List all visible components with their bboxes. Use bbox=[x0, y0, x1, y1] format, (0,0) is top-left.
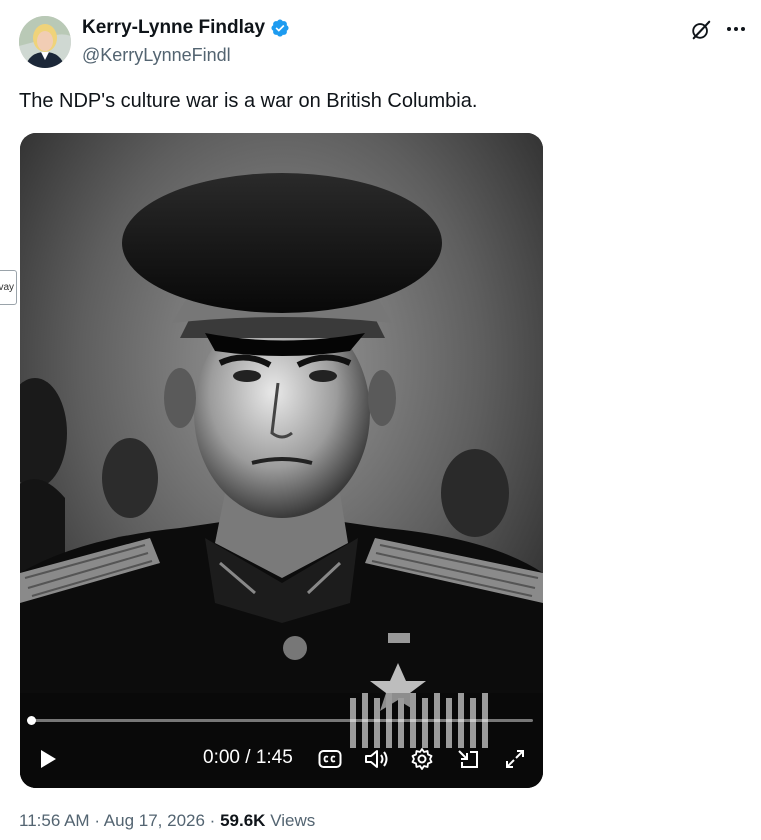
views-label: Views bbox=[270, 811, 316, 830]
tweet-date[interactable]: Aug 17, 2026 bbox=[104, 811, 205, 830]
tweet-time[interactable]: 11:56 AM bbox=[19, 811, 90, 830]
fullscreen-button[interactable] bbox=[502, 746, 528, 772]
tweet-meta: 11:56 AM · Aug 17, 2026 · 59.6K Views bbox=[19, 811, 315, 831]
settings-button[interactable] bbox=[409, 746, 435, 772]
captions-button[interactable] bbox=[317, 746, 343, 772]
side-tab[interactable]: vay bbox=[0, 270, 17, 305]
video-progress-knob[interactable] bbox=[27, 716, 36, 725]
play-icon bbox=[41, 750, 56, 768]
tweet-text: The NDP's culture war is a war on Britis… bbox=[19, 90, 478, 112]
verified-badge-icon bbox=[271, 19, 289, 37]
captions-icon bbox=[318, 750, 342, 768]
avatar[interactable] bbox=[19, 16, 71, 68]
settings-icon bbox=[411, 748, 433, 770]
video-progress-bar[interactable] bbox=[27, 716, 533, 725]
volume-icon bbox=[365, 750, 388, 768]
fullscreen-icon bbox=[506, 750, 524, 768]
video-time-display: 0:00 / 1:45 bbox=[203, 747, 293, 768]
pip-button[interactable] bbox=[455, 746, 481, 772]
play-button[interactable] bbox=[36, 746, 60, 772]
volume-button[interactable] bbox=[363, 746, 391, 772]
author-name[interactable]: Kerry-Lynne Findlay bbox=[82, 17, 290, 39]
meta-separator-2: · bbox=[209, 811, 216, 830]
views-count[interactable]: 59.6K bbox=[220, 811, 265, 830]
video-player[interactable]: 0:00 / 1:45 bbox=[20, 133, 543, 788]
grok-icon[interactable] bbox=[690, 19, 712, 41]
side-tab-label: vay bbox=[0, 282, 14, 293]
meta-separator: · bbox=[94, 811, 100, 830]
author-name-text[interactable]: Kerry-Lynne Findlay bbox=[82, 17, 265, 39]
more-options-icon[interactable] bbox=[724, 18, 748, 40]
video-frame-image bbox=[20, 133, 543, 788]
author-handle[interactable]: @KerryLynneFindl bbox=[82, 45, 231, 66]
pip-icon bbox=[458, 750, 478, 768]
